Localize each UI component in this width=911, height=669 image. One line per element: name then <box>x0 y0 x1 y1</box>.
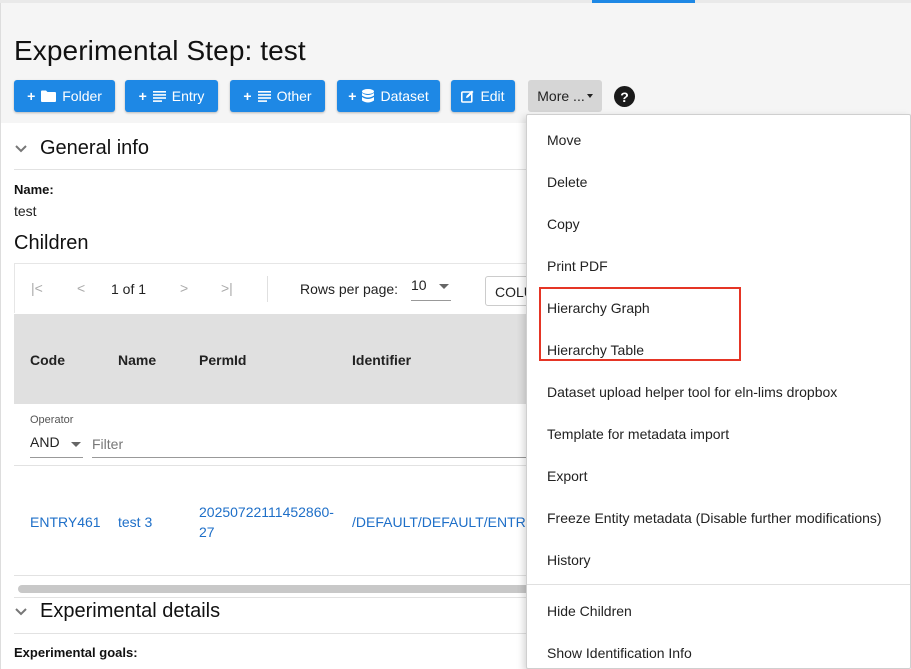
column-header-code[interactable]: Code <box>30 352 65 368</box>
menu-separator <box>527 584 910 585</box>
rows-per-page-select[interactable]: 10 <box>411 277 451 301</box>
plus-icon: + <box>348 88 357 104</box>
add-dataset-label: Dataset <box>380 88 429 104</box>
experimental-details-title: Experimental details <box>40 600 221 622</box>
add-folder-label: Folder <box>62 88 102 104</box>
list-lines-icon <box>152 90 166 102</box>
edit-button[interactable]: Edit <box>451 80 515 112</box>
list-lines-icon <box>257 90 271 102</box>
first-page-icon[interactable]: |< <box>31 280 43 296</box>
experimental-details-header[interactable]: Experimental details <box>14 600 220 623</box>
plus-icon: + <box>138 88 147 104</box>
pagination-bar: |< < 1 of 1 > >| Rows per page: 10 COLU <box>14 263 545 313</box>
add-dataset-button[interactable]: + Dataset <box>337 80 440 112</box>
operator-value: AND <box>30 434 60 450</box>
last-page-icon[interactable]: >| <box>221 280 233 296</box>
more-button[interactable]: More ... <box>528 80 602 112</box>
row-identifier-link[interactable]: /DEFAULT/DEFAULT/ENTR <box>352 512 526 532</box>
menu-item-metadata-template[interactable]: Template for metadata import <box>547 426 729 442</box>
menu-item-export[interactable]: Export <box>547 468 587 484</box>
add-folder-button[interactable]: + Folder <box>14 80 115 112</box>
chevron-down-icon <box>14 605 28 619</box>
add-other-label: Other <box>276 88 312 104</box>
column-header-permid[interactable]: PermId <box>199 352 246 368</box>
next-page-icon[interactable]: > <box>180 280 188 296</box>
row-name-link[interactable]: test 3 <box>118 512 152 532</box>
caret-down-icon <box>71 442 81 447</box>
previous-page-icon[interactable]: < <box>77 280 85 296</box>
row-code-link[interactable]: ENTRY461 <box>30 512 101 532</box>
row-permid-link[interactable]: 20250722111452860- 27 <box>199 502 334 542</box>
menu-item-hide-children[interactable]: Hide Children <box>547 603 632 619</box>
column-header-name[interactable]: Name <box>118 352 156 368</box>
rows-per-page-value: 10 <box>411 277 427 293</box>
menu-item-print-pdf[interactable]: Print PDF <box>547 258 608 274</box>
filter-input[interactable]: Filter <box>92 434 537 458</box>
general-info-header[interactable]: General info <box>14 137 149 160</box>
menu-item-freeze-entity[interactable]: Freeze Entity metadata (Disable further … <box>547 510 882 526</box>
table-header: Code Name PermId Identifier <box>14 314 534 404</box>
edit-label: Edit <box>480 88 505 104</box>
highlight-annotation-box <box>539 287 741 361</box>
add-entry-button[interactable]: + Entry <box>125 80 218 112</box>
pager-divider <box>267 276 268 302</box>
folder-icon <box>41 90 57 102</box>
chevron-down-icon <box>14 142 28 156</box>
caret-down-icon <box>586 94 593 98</box>
general-info-title: General info <box>40 137 149 159</box>
database-icon <box>362 89 375 103</box>
menu-item-copy[interactable]: Copy <box>547 216 580 232</box>
menu-item-history[interactable]: History <box>547 552 591 568</box>
operator-select[interactable]: AND <box>30 434 83 458</box>
more-label: More ... <box>537 88 585 104</box>
edit-icon <box>461 90 474 103</box>
plus-icon: + <box>243 88 252 104</box>
page-indicator: 1 of 1 <box>111 281 147 297</box>
children-title: Children <box>14 232 89 254</box>
add-other-button[interactable]: + Other <box>230 80 325 112</box>
page-title: Experimental Step: test <box>14 35 306 66</box>
help-icon[interactable]: ? <box>614 86 635 107</box>
operator-label: Operator <box>30 414 74 426</box>
menu-item-delete[interactable]: Delete <box>547 174 587 190</box>
page-header: Experimental Step: test + Folder + Entry… <box>0 3 911 123</box>
row-permid-line2: 27 <box>199 524 215 540</box>
rows-per-page-label: Rows per page: <box>300 281 399 297</box>
add-entry-label: Entry <box>171 88 205 104</box>
plus-icon: + <box>27 88 36 104</box>
experimental-goals-label: Experimental goals: <box>14 645 138 660</box>
name-value: test <box>14 203 37 219</box>
menu-item-show-identification-info[interactable]: Show Identification Info <box>547 645 692 661</box>
horizontal-scrollbar[interactable] <box>18 585 538 593</box>
table-row[interactable]: ENTRY461 test 3 20250722111452860- 27 /D… <box>14 466 534 576</box>
more-dropdown-menu: Move Delete Copy Print PDF Hierarchy Gra… <box>526 114 911 669</box>
menu-item-dataset-upload-helper[interactable]: Dataset upload helper tool for eln-lims … <box>547 384 837 400</box>
menu-item-move[interactable]: Move <box>547 132 581 148</box>
name-label: Name: <box>14 182 54 197</box>
row-permid-line1: 20250722111452860- <box>199 504 334 520</box>
caret-down-icon <box>439 284 449 289</box>
filter-row: Operator AND Filter <box>14 404 537 466</box>
column-header-identifier[interactable]: Identifier <box>352 352 411 368</box>
